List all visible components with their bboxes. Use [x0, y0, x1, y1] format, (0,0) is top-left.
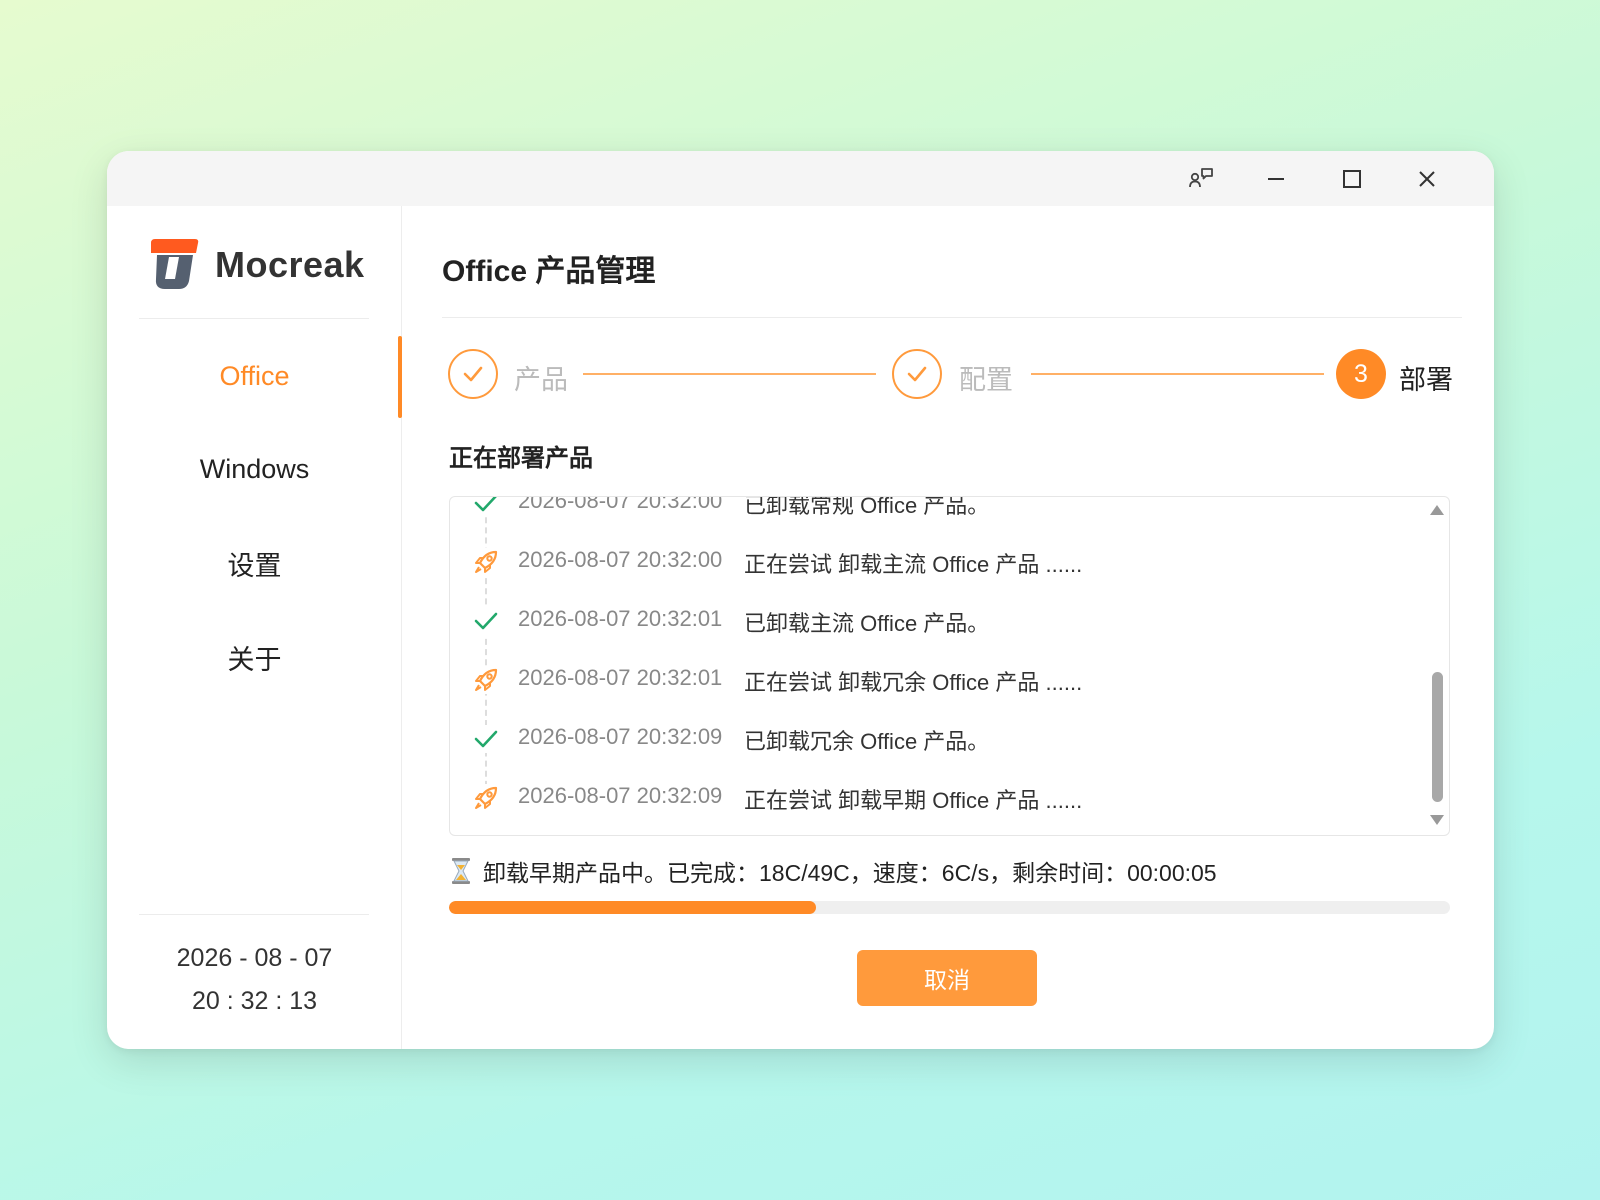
active-nav-indicator [398, 336, 402, 418]
log-entry: 2026-08-07 20:32:01 正在尝试 卸载冗余 Office 产品 … [450, 660, 1410, 700]
log-time: 2026-08-07 20:32:01 [518, 665, 723, 690]
step-config-circle [892, 349, 942, 399]
sidebar: Mocreak Office Windows 设置 关于 2026 - 08 -… [107, 206, 402, 1049]
log-time: 2026-08-07 20:32:00 [518, 496, 723, 513]
progress-fill [449, 901, 817, 914]
maximize-icon [1343, 170, 1361, 188]
close-icon [1419, 171, 1435, 187]
step-deploy-circle: 3 [1336, 349, 1386, 399]
scrollbar-thumb[interactable] [1432, 672, 1443, 802]
log-message: 正在尝试 卸载主流 Office 产品 ...... [744, 552, 1083, 577]
sidebar-item-office[interactable]: Office [107, 346, 402, 406]
log-message: 已卸载主流 Office 产品。 [744, 611, 990, 636]
rocket-icon [472, 784, 500, 812]
check-icon [463, 366, 483, 382]
progress-bar [449, 901, 1450, 914]
clock-date: 2026 - 08 - 07 [176, 944, 333, 972]
check-icon [472, 497, 500, 517]
log-entry: 2026-08-07 20:32:09 正在尝试 卸载早期 Office 产品 … [450, 778, 1410, 818]
title-divider [442, 317, 1462, 318]
log-time: 2026-08-07 20:32:00 [518, 547, 723, 572]
deploy-log-list[interactable]: 2026-08-07 20:32:00 已卸载常规 Office 产品。 202… [449, 496, 1450, 836]
scroll-down-arrow-icon[interactable] [1430, 815, 1444, 825]
clock-time: 20 : 32 : 13 [191, 987, 318, 1015]
feedback-button[interactable] [1181, 160, 1221, 198]
section-title: 正在部署产品 [449, 445, 593, 472]
check-icon [472, 607, 500, 635]
title-bar [107, 151, 1494, 206]
app-logo-icon [151, 239, 199, 289]
app-window: Mocreak Office Windows 设置 关于 2026 - 08 -… [107, 151, 1494, 1049]
log-message: 已卸载常规 Office 产品。 [744, 496, 990, 518]
log-time: 2026-08-07 20:32:01 [518, 606, 723, 631]
step-connector [1031, 373, 1324, 375]
step-config-label: 配置 [959, 365, 1013, 395]
check-icon [472, 725, 500, 753]
scroll-up-arrow-icon[interactable] [1430, 505, 1444, 515]
step-connector [583, 373, 876, 375]
maximize-button[interactable] [1332, 160, 1372, 198]
log-message: 正在尝试 卸载早期 Office 产品 ...... [744, 788, 1083, 813]
log-message: 已卸载冗余 Office 产品。 [744, 729, 990, 754]
main-content: Office 产品管理 产品 配置 3 部署 正在部署产品 2026-08-07… [403, 206, 1494, 1049]
hourglass-icon [449, 856, 473, 886]
app-name: Mocreak [215, 244, 365, 285]
check-icon [907, 366, 927, 382]
log-entry: 2026-08-07 20:32:00 已卸载常规 Office 产品。 [450, 496, 1410, 523]
cancel-button[interactable]: 取消 [857, 950, 1037, 1006]
log-time: 2026-08-07 20:32:09 [518, 783, 723, 808]
log-time: 2026-08-07 20:32:09 [518, 724, 723, 749]
sidebar-item-windows[interactable]: Windows [107, 439, 402, 499]
step-product-label: 产品 [514, 365, 568, 395]
sidebar-divider [139, 318, 369, 319]
status-text: 卸载早期产品中。已完成：18C/49C，速度：6C/s，剩余时间：00:00:0… [483, 860, 1217, 886]
log-entry: 2026-08-07 20:32:01 已卸载主流 Office 产品。 [450, 601, 1410, 641]
log-message: 正在尝试 卸载冗余 Office 产品 ...... [744, 670, 1083, 695]
rocket-icon [472, 666, 500, 694]
log-entry: 2026-08-07 20:32:09 已卸载冗余 Office 产品。 [450, 719, 1410, 759]
minimize-button[interactable] [1256, 160, 1296, 198]
sidebar-item-about[interactable]: 关于 [107, 627, 402, 687]
minimize-icon [1268, 178, 1284, 180]
step-product-circle [448, 349, 498, 399]
log-entry: 2026-08-07 20:32:00 正在尝试 卸载主流 Office 产品 … [450, 542, 1410, 582]
deploy-status: 卸载早期产品中。已完成：18C/49C，速度：6C/s，剩余时间：00:00:0… [449, 854, 1450, 888]
close-button[interactable] [1407, 160, 1447, 198]
sidebar-item-settings[interactable]: 设置 [107, 533, 402, 593]
step-deploy-label: 部署 [1399, 365, 1453, 395]
rocket-icon [472, 548, 500, 576]
sidebar-divider [139, 914, 369, 915]
feedback-icon [1189, 168, 1213, 188]
page-title: Office 产品管理 [442, 255, 656, 288]
